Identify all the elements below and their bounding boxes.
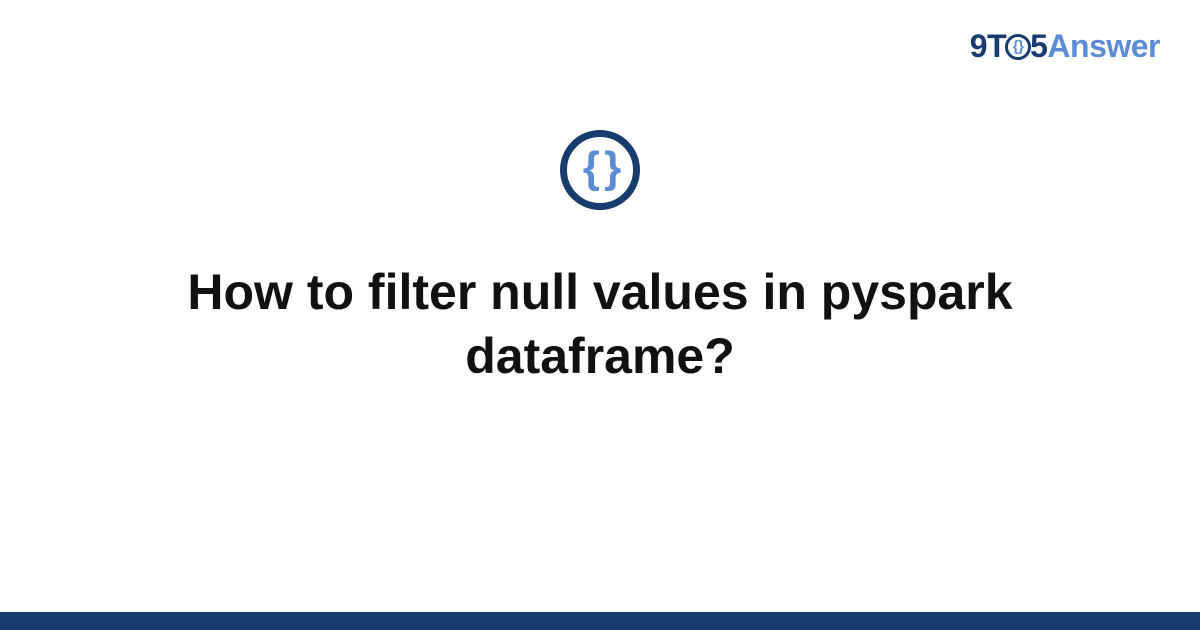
main-content: { } How to filter null values in pyspark… <box>0 130 1200 388</box>
logo-o-icon: {} <box>1005 34 1031 60</box>
logo-text-5: 5 <box>1030 28 1047 64</box>
page-title: How to filter null values in pyspark dat… <box>90 260 1110 388</box>
logo-o-inner-braces: {} <box>1013 39 1024 54</box>
footer-bar <box>0 612 1200 630</box>
braces-glyph: { } <box>583 146 617 190</box>
code-braces-icon: { } <box>560 130 640 210</box>
logo-text-answer: Answer <box>1047 28 1160 64</box>
logo-text-9t: 9T <box>970 28 1006 64</box>
site-logo: 9T {} 5Answer <box>970 28 1160 65</box>
